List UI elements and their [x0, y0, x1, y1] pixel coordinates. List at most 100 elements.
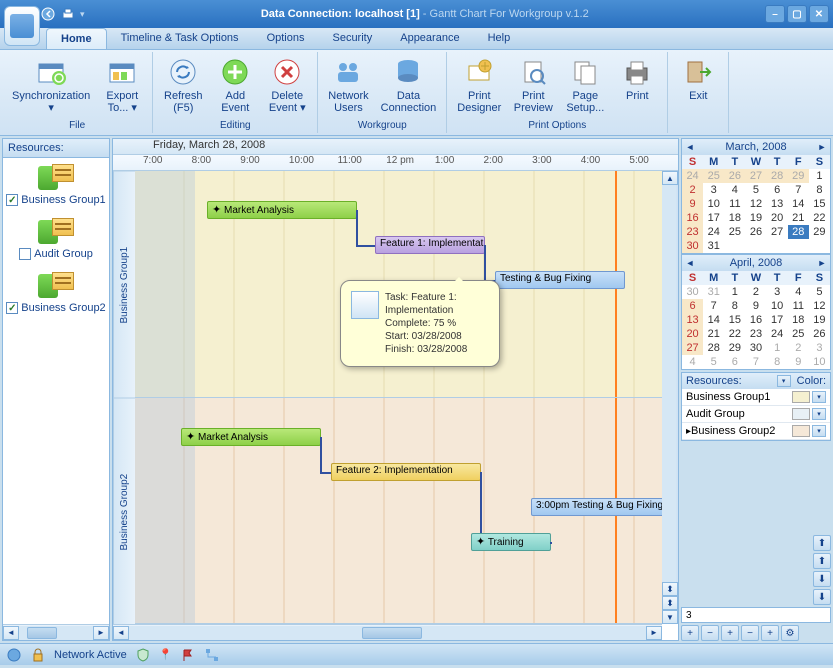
resource-item[interactable]: ✓Business Group2	[5, 272, 107, 314]
nav-up2-button[interactable]: ⬆	[813, 553, 831, 569]
cal-day[interactable]: 30	[682, 285, 703, 299]
cal-day[interactable]: 26	[809, 327, 830, 341]
exit-button[interactable]: Exit	[674, 54, 722, 104]
cal-day[interactable]: 7	[788, 183, 809, 197]
plus3-button[interactable]: +	[761, 625, 779, 641]
network-users-button[interactable]: NetworkUsers	[324, 54, 372, 116]
cal-day[interactable]: 27	[682, 341, 703, 355]
nav-up-button[interactable]: ⬆	[813, 535, 831, 551]
cal-day[interactable]: 25	[788, 327, 809, 341]
cal-day[interactable]: 7	[703, 299, 724, 313]
cal-day[interactable]: 6	[682, 299, 703, 313]
nav-down2-button[interactable]: ⬇	[813, 589, 831, 605]
cal-day[interactable]: 11	[724, 197, 745, 211]
cal-day[interactable]: 13	[767, 197, 788, 211]
legend-row[interactable]: Business Group1▾	[682, 389, 830, 406]
gantt-task[interactable]: 3:00pm Testing & Bug Fixing	[531, 498, 671, 516]
print-designer-button[interactable]: PrintDesigner	[453, 54, 505, 116]
mini-calendar[interactable]: ◄March, 2008►SMTWTFS24252627282912345678…	[681, 138, 831, 254]
cal-day[interactable]: 13	[682, 313, 703, 327]
cal-day[interactable]: 2	[745, 285, 766, 299]
cal-day[interactable]: 2	[682, 183, 703, 197]
numeric-input[interactable]	[681, 607, 831, 623]
cal-day[interactable]: 4	[724, 183, 745, 197]
tab-timeline-task-options[interactable]: Timeline & Task Options	[107, 28, 253, 49]
config-button[interactable]: ⚙	[781, 625, 799, 641]
cal-day[interactable]: 3	[809, 341, 830, 355]
cal-day[interactable]: 8	[724, 299, 745, 313]
cal-day[interactable]: 3	[703, 183, 724, 197]
cal-day[interactable]: 25	[703, 169, 724, 183]
close-button[interactable]: ✕	[809, 5, 829, 23]
chevron-down-icon[interactable]: ▾	[812, 408, 826, 420]
cal-day[interactable]: 3	[767, 285, 788, 299]
cal-day[interactable]: 14	[788, 197, 809, 211]
cal-day[interactable]: 1	[724, 285, 745, 299]
cal-day[interactable]: 2	[788, 341, 809, 355]
cal-day[interactable]: 9	[682, 197, 703, 211]
cal-day[interactable]: 30	[745, 341, 766, 355]
cal-day[interactable]: 28	[788, 225, 809, 239]
chevron-down-icon[interactable]: ▾	[812, 391, 826, 403]
cal-day[interactable]: 12	[745, 197, 766, 211]
cal-day[interactable]: 23	[745, 327, 766, 341]
cal-day[interactable]: 6	[724, 355, 745, 369]
cal-day[interactable]: 4	[788, 285, 809, 299]
export-to--button[interactable]: ExportTo... ▾	[98, 54, 146, 116]
cal-day[interactable]: 7	[745, 355, 766, 369]
gantt-task[interactable]: ✦ Training	[471, 533, 551, 551]
cal-day[interactable]: 26	[724, 169, 745, 183]
cal-day[interactable]: 12	[809, 299, 830, 313]
minus2-button[interactable]: −	[741, 625, 759, 641]
plus-button[interactable]: +	[681, 625, 699, 641]
cal-day[interactable]: 27	[745, 169, 766, 183]
cal-day[interactable]: 19	[745, 211, 766, 225]
mini-calendar[interactable]: ◄April, 2008►SMTWTFS30311234567891011121…	[681, 254, 831, 370]
cal-day[interactable]: 20	[767, 211, 788, 225]
resource-item[interactable]: ✓Business Group1	[5, 164, 107, 206]
cal-day[interactable]: 29	[788, 169, 809, 183]
chevron-down-icon[interactable]: ▾	[812, 425, 826, 437]
cal-day[interactable]: 9	[788, 355, 809, 369]
cal-day[interactable]: 31	[703, 239, 724, 253]
resource-checkbox[interactable]: ✓	[6, 194, 18, 206]
cal-day[interactable]: 24	[703, 225, 724, 239]
minimize-button[interactable]: –	[765, 5, 785, 23]
cal-day[interactable]: 8	[809, 183, 830, 197]
cal-day[interactable]: 15	[724, 313, 745, 327]
gantt-vscroll[interactable]: ▲ ⬍ ⬍ ▼	[662, 171, 678, 624]
cal-day[interactable]: 14	[703, 313, 724, 327]
cal-prev-icon[interactable]: ◄	[684, 142, 696, 152]
cal-day[interactable]: 17	[703, 211, 724, 225]
tab-help[interactable]: Help	[474, 28, 525, 49]
resource-checkbox[interactable]: ✓	[6, 302, 18, 314]
maximize-button[interactable]: ▢	[787, 5, 807, 23]
cal-day[interactable]: 5	[809, 285, 830, 299]
cal-day[interactable]: 15	[809, 197, 830, 211]
cal-day[interactable]: 21	[788, 211, 809, 225]
cal-day[interactable]: 24	[682, 169, 703, 183]
gantt-task[interactable]: Feature 1: Implementation	[375, 236, 485, 254]
tab-options[interactable]: Options	[253, 28, 319, 49]
app-menu-button[interactable]	[4, 6, 40, 46]
cal-day[interactable]: 10	[703, 197, 724, 211]
cal-day[interactable]: 10	[809, 355, 830, 369]
legend-row[interactable]: Audit Group▾	[682, 406, 830, 423]
cal-day[interactable]: 11	[788, 299, 809, 313]
gantt-hscroll[interactable]: ◄►	[113, 624, 662, 640]
cal-day[interactable]: 28	[767, 169, 788, 183]
cal-day[interactable]: 16	[745, 313, 766, 327]
synchronization-button[interactable]: Synchronization ▾	[8, 54, 94, 116]
cal-day[interactable]: 25	[724, 225, 745, 239]
tab-home[interactable]: Home	[46, 28, 107, 49]
cal-day[interactable]: 6	[767, 183, 788, 197]
gantt-task[interactable]: ✦ Market Analysis	[181, 428, 321, 446]
resources-hscroll[interactable]: ◄►	[3, 624, 109, 640]
cal-day[interactable]: 5	[745, 183, 766, 197]
cal-day[interactable]: 30	[682, 239, 703, 253]
data-connection-button[interactable]: DataConnection	[377, 54, 441, 116]
cal-day[interactable]: 29	[809, 225, 830, 239]
refresh-f--button[interactable]: Refresh(F5)	[159, 54, 207, 116]
cal-day[interactable]: 26	[745, 225, 766, 239]
tab-security[interactable]: Security	[318, 28, 386, 49]
